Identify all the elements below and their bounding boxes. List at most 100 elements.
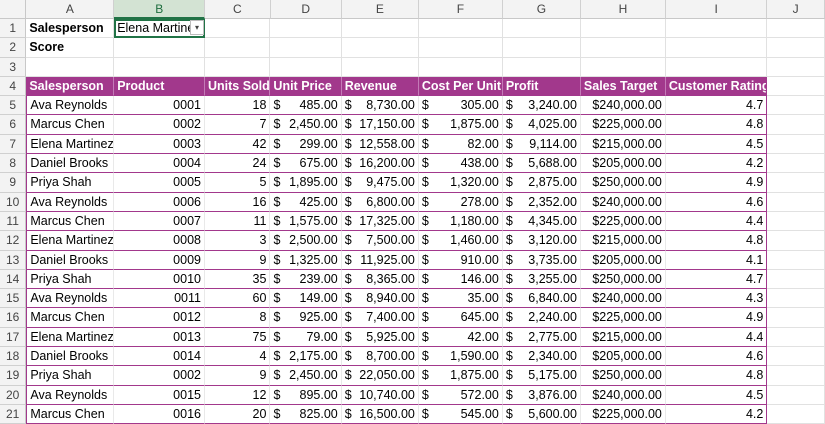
table-cell[interactable]: $240,000.00: [580, 96, 666, 116]
table-cell-currency[interactable]: $1,320.00: [418, 173, 503, 193]
table-cell-currency[interactable]: $4,345.00: [502, 211, 581, 232]
empty-cell[interactable]: [418, 57, 503, 77]
table-cell[interactable]: Priya Shah: [26, 269, 115, 290]
table-cell-currency[interactable]: $8,700.00: [341, 347, 419, 367]
table-cell-currency[interactable]: $278.00: [418, 192, 503, 212]
empty-cell[interactable]: [204, 38, 271, 58]
table-cell-currency[interactable]: $239.00: [270, 269, 342, 290]
table-header-cell[interactable]: Units Sold: [204, 76, 271, 97]
table-cell-currency[interactable]: $1,895.00: [270, 173, 342, 193]
filter-label-score[interactable]: Score: [26, 38, 115, 58]
table-cell-currency[interactable]: $299.00: [270, 134, 342, 155]
empty-cell[interactable]: [767, 115, 825, 135]
row-header[interactable]: 6: [0, 115, 27, 135]
table-cell[interactable]: Priya Shah: [26, 173, 115, 193]
table-cell-currency[interactable]: $2,500.00: [270, 231, 342, 251]
table-cell[interactable]: $225,000.00: [580, 404, 666, 424]
table-cell-currency[interactable]: $11,925.00: [341, 250, 419, 270]
table-cell[interactable]: 4.6: [665, 347, 768, 367]
row-header[interactable]: 18: [0, 347, 27, 367]
table-cell[interactable]: $250,000.00: [580, 173, 666, 193]
empty-cell[interactable]: [665, 57, 768, 77]
empty-cell[interactable]: [767, 57, 825, 77]
table-cell-currency[interactable]: $572.00: [418, 385, 503, 405]
table-cell[interactable]: $215,000.00: [580, 327, 666, 348]
column-header-g[interactable]: G: [502, 0, 581, 19]
table-cell[interactable]: 12: [204, 385, 271, 405]
table-cell-currency[interactable]: $8,940.00: [341, 289, 419, 309]
empty-cell[interactable]: [341, 38, 419, 58]
empty-cell[interactable]: [767, 211, 825, 232]
row-header[interactable]: 1: [0, 19, 27, 39]
table-header-cell[interactable]: Customer Rating: [665, 76, 768, 97]
table-cell[interactable]: Ava Reynolds: [26, 192, 115, 212]
table-cell-currency[interactable]: $925.00: [270, 308, 342, 328]
table-cell[interactable]: $215,000.00: [580, 134, 666, 155]
table-cell[interactable]: 5: [204, 173, 271, 193]
empty-cell[interactable]: [767, 19, 825, 39]
table-cell[interactable]: $225,000.00: [580, 211, 666, 232]
filter-label-salesperson[interactable]: Salesperson: [26, 19, 115, 39]
table-cell[interactable]: Elena Martinez: [26, 134, 115, 155]
table-cell[interactable]: 0013: [114, 327, 205, 348]
empty-cell[interactable]: [767, 192, 825, 212]
table-cell[interactable]: 0012: [114, 308, 205, 328]
empty-cell[interactable]: [580, 38, 666, 58]
row-header[interactable]: 20: [0, 385, 27, 405]
empty-cell[interactable]: [665, 19, 768, 39]
empty-cell[interactable]: [204, 57, 271, 77]
empty-cell[interactable]: [767, 96, 825, 116]
table-header-cell[interactable]: Sales Target: [580, 76, 666, 97]
row-header[interactable]: 21: [0, 404, 27, 424]
table-cell-currency[interactable]: $7,500.00: [341, 231, 419, 251]
table-cell[interactable]: $240,000.00: [580, 192, 666, 212]
table-cell-currency[interactable]: $825.00: [270, 404, 342, 424]
table-header-cell[interactable]: Revenue: [341, 76, 419, 97]
table-cell-currency[interactable]: $8,730.00: [341, 96, 419, 116]
empty-cell[interactable]: [502, 57, 581, 77]
table-cell[interactable]: 24: [204, 154, 271, 174]
empty-cell[interactable]: [767, 173, 825, 193]
table-cell-currency[interactable]: $5,688.00: [502, 154, 581, 174]
table-cell[interactable]: $205,000.00: [580, 250, 666, 270]
table-cell[interactable]: 20: [204, 404, 271, 424]
table-cell[interactable]: 0010: [114, 269, 205, 290]
table-cell-currency[interactable]: $2,775.00: [502, 327, 581, 348]
empty-cell[interactable]: [502, 19, 581, 39]
row-header[interactable]: 17: [0, 327, 27, 348]
table-cell-currency[interactable]: $3,240.00: [502, 96, 581, 116]
row-header[interactable]: 19: [0, 366, 27, 386]
column-header-a[interactable]: A: [26, 0, 115, 19]
table-cell[interactable]: 0004: [114, 154, 205, 174]
table-cell-currency[interactable]: $5,175.00: [502, 366, 581, 386]
row-header[interactable]: 14: [0, 269, 27, 290]
table-cell-currency[interactable]: $1,460.00: [418, 231, 503, 251]
table-cell-currency[interactable]: $146.00: [418, 269, 503, 290]
table-cell-currency[interactable]: $1,325.00: [270, 250, 342, 270]
empty-cell[interactable]: [270, 57, 342, 77]
table-cell-currency[interactable]: $3,120.00: [502, 231, 581, 251]
table-cell[interactable]: 0016: [114, 404, 205, 424]
table-cell[interactable]: 0003: [114, 134, 205, 155]
table-cell[interactable]: 0002: [114, 115, 205, 135]
table-cell-currency[interactable]: $9,114.00: [502, 134, 581, 155]
table-cell[interactable]: 4.7: [665, 269, 768, 290]
table-cell-currency[interactable]: $5,600.00: [502, 404, 581, 424]
row-header[interactable]: 10: [0, 192, 27, 212]
table-cell[interactable]: 11: [204, 211, 271, 232]
empty-cell[interactable]: [767, 38, 825, 58]
empty-cell[interactable]: [341, 57, 419, 77]
table-cell[interactable]: $225,000.00: [580, 115, 666, 135]
empty-cell[interactable]: [270, 38, 342, 58]
table-cell[interactable]: 0014: [114, 347, 205, 367]
column-header-d[interactable]: D: [270, 0, 342, 19]
table-cell-currency[interactable]: $2,240.00: [502, 308, 581, 328]
table-cell-currency[interactable]: $6,800.00: [341, 192, 419, 212]
empty-cell[interactable]: [204, 19, 271, 39]
table-cell[interactable]: 4.9: [665, 173, 768, 193]
empty-cell[interactable]: [580, 57, 666, 77]
table-header-cell[interactable]: Product: [114, 76, 205, 97]
table-cell[interactable]: 4.7: [665, 96, 768, 116]
table-cell[interactable]: Daniel Brooks: [26, 154, 115, 174]
table-cell-currency[interactable]: $1,180.00: [418, 211, 503, 232]
